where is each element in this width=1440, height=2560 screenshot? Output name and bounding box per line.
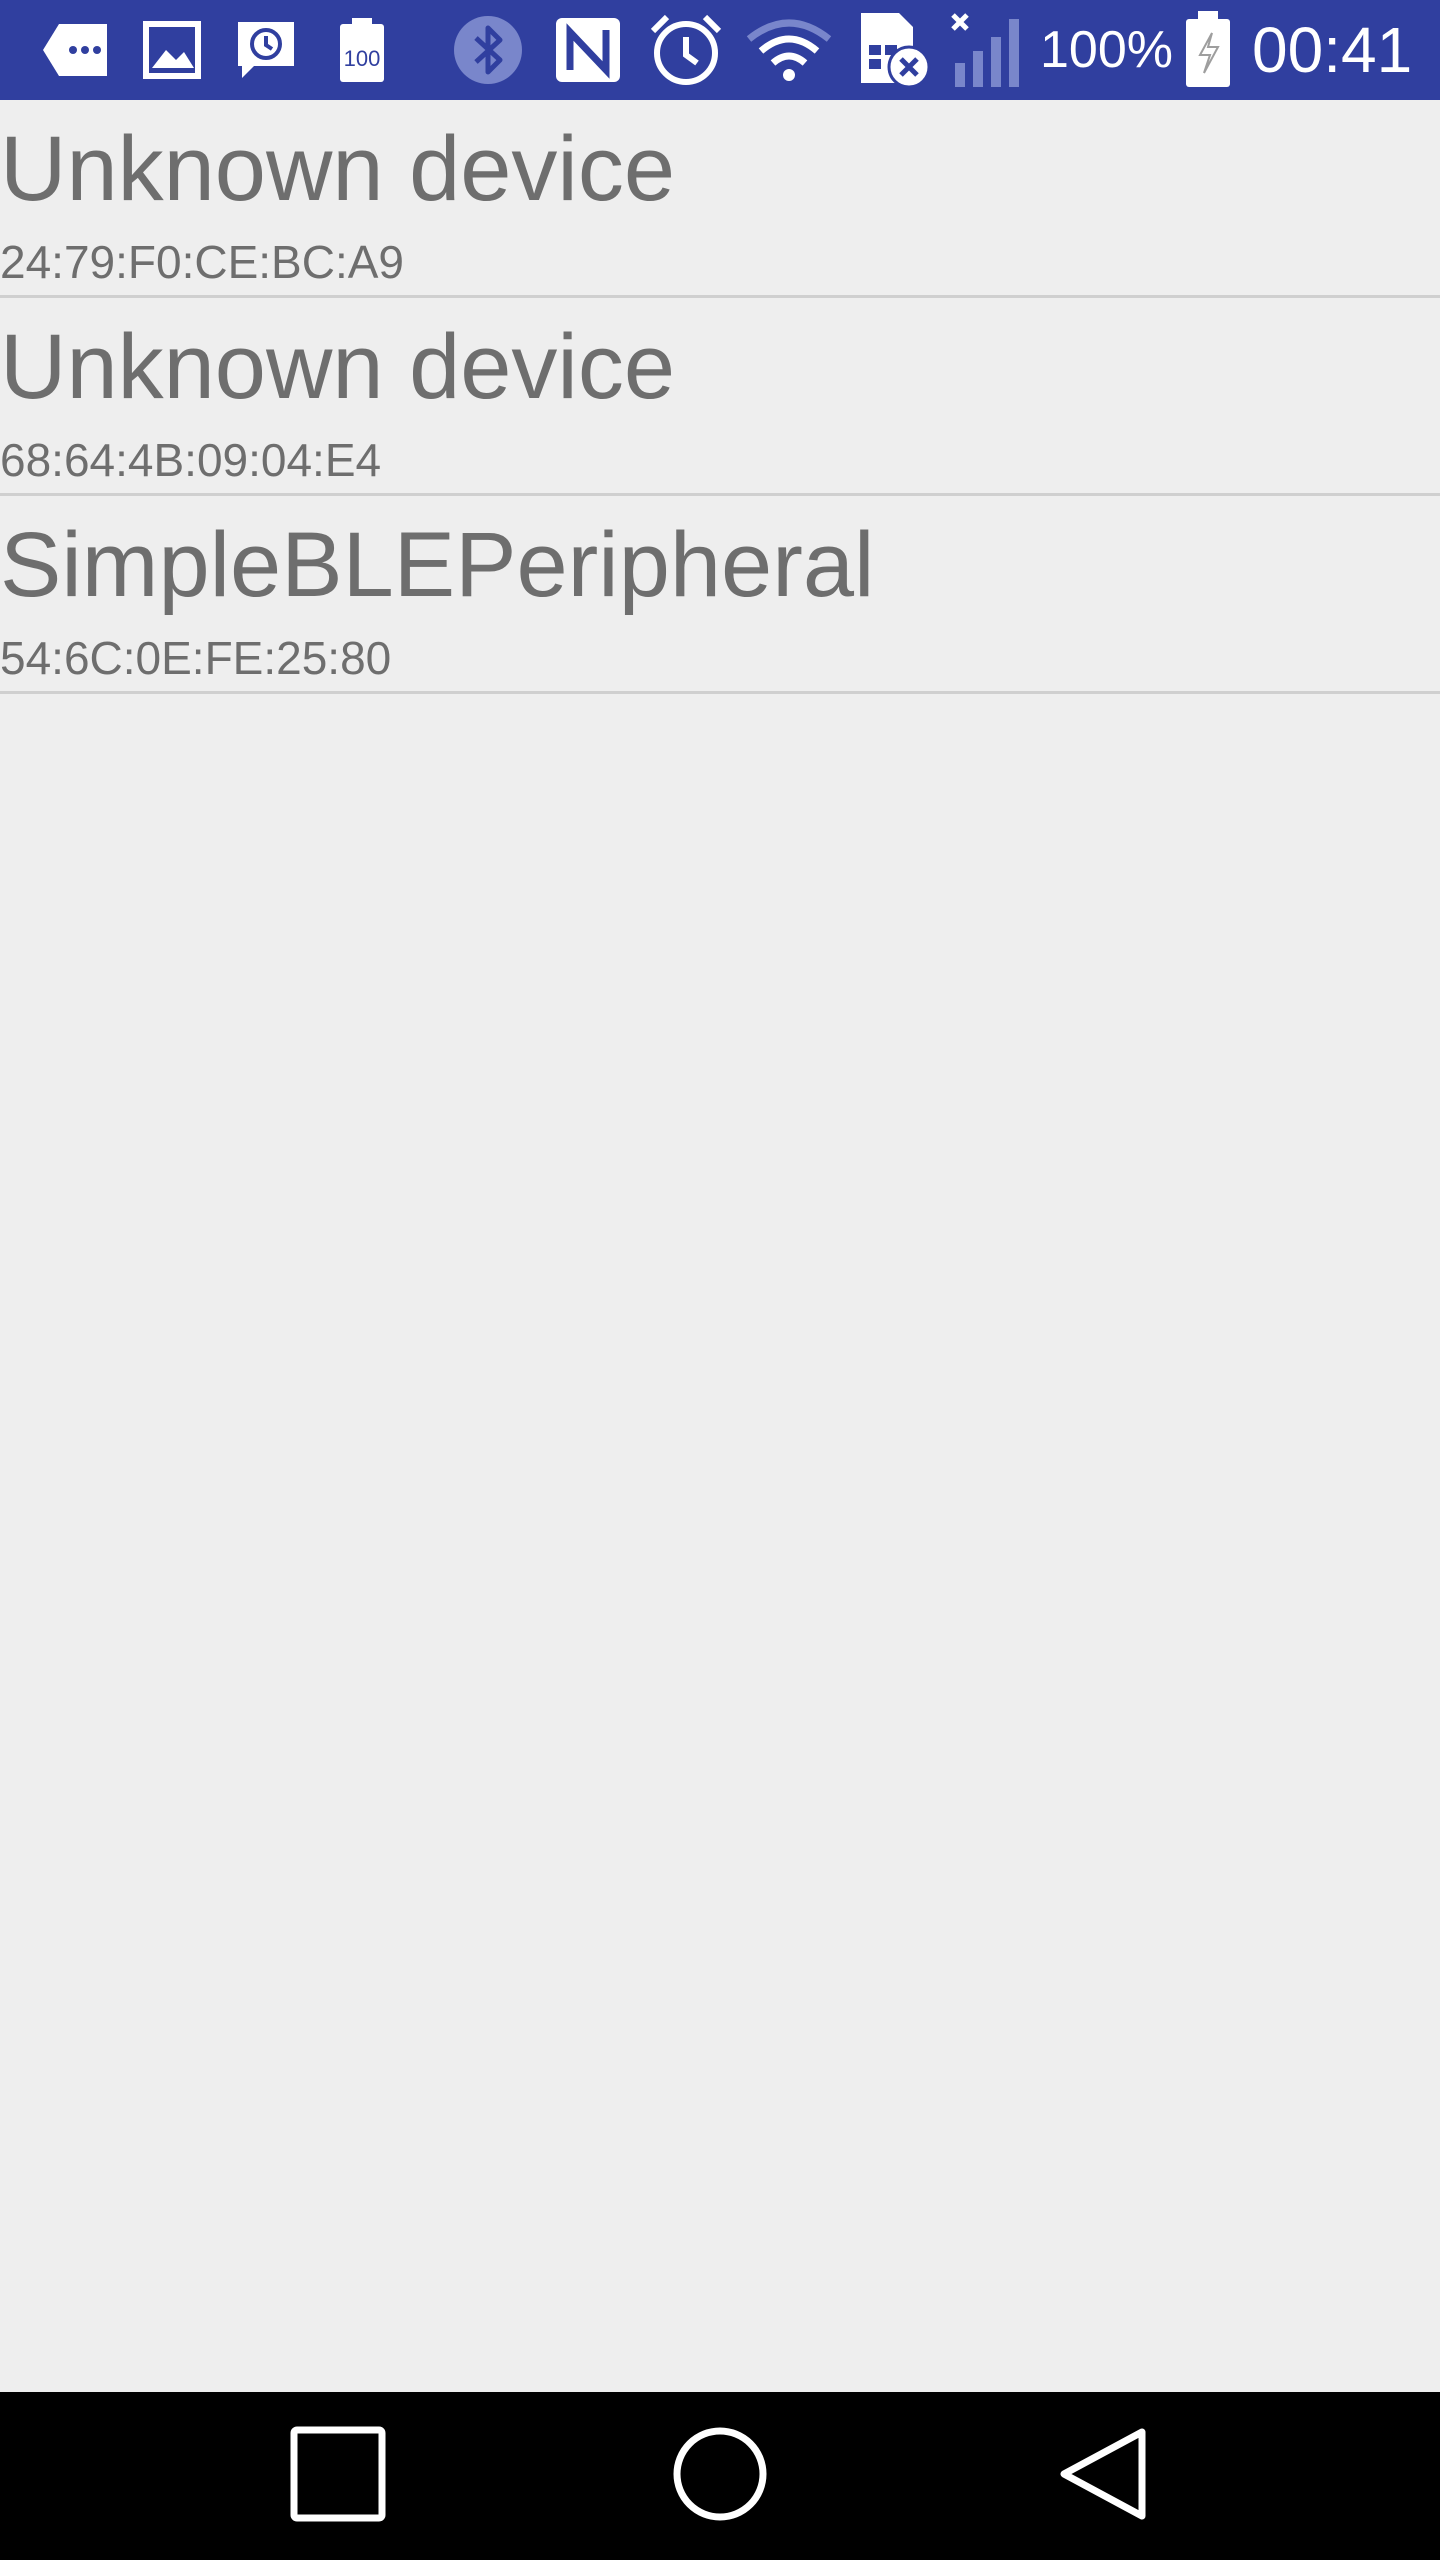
svg-text:100: 100 (344, 46, 381, 71)
back-triangle-icon (1056, 2426, 1152, 2527)
wifi-icon (744, 14, 834, 86)
status-bar: 100 100% 00:41 (0, 0, 1440, 100)
home-button[interactable] (670, 2426, 770, 2526)
device-address: 68:64:4B:09:04:E4 (0, 434, 382, 486)
bluetooth-icon (450, 14, 526, 86)
device-list-item[interactable]: Unknown device 68:64:4B:09:04:E4 (0, 298, 1440, 496)
home-circle-icon (672, 2426, 768, 2527)
alarm-icon (646, 14, 726, 86)
message-more-icon (40, 14, 112, 86)
battery-100-icon: 100 (334, 14, 390, 86)
battery-charging-icon (1182, 11, 1234, 87)
history-chat-icon (234, 14, 298, 86)
back-button[interactable] (1054, 2426, 1154, 2526)
recents-button[interactable] (288, 2426, 388, 2526)
nfc-icon (552, 14, 624, 86)
clock: 00:41 (1252, 14, 1413, 86)
battery-percent: 100% (1040, 21, 1173, 79)
signal-icon (946, 13, 1032, 87)
device-name: Unknown device (0, 118, 676, 220)
device-address: 24:79:F0:CE:BC:A9 (0, 236, 404, 288)
sim-error-icon (856, 13, 936, 89)
navigation-bar (0, 2392, 1440, 2560)
device-address: 54:6C:0E:FE:25:80 (0, 632, 392, 684)
device-list-item[interactable]: SimpleBLEPeripheral 54:6C:0E:FE:25:80 (0, 496, 1440, 694)
device-name: Unknown device (0, 316, 676, 418)
device-name: SimpleBLEPeripheral (0, 514, 875, 616)
image-icon (140, 14, 204, 86)
device-list-item[interactable]: Unknown device 24:79:F0:CE:BC:A9 (0, 100, 1440, 298)
recents-square-icon (290, 2426, 386, 2527)
device-list: Unknown device 24:79:F0:CE:BC:A9 Unknown… (0, 100, 1440, 694)
